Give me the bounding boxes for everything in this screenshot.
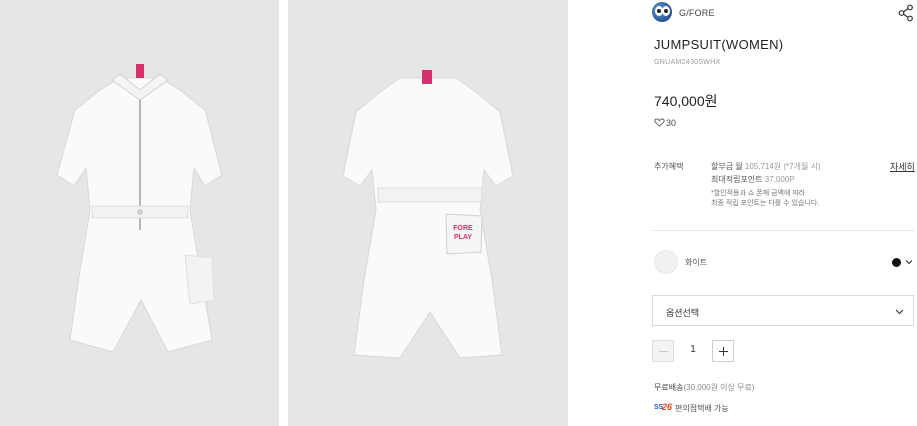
tag-icon xyxy=(136,64,144,78)
option-select-dropdown[interactable]: 옵션선택 xyxy=(652,295,914,326)
shipping-label: 무료배송 xyxy=(654,383,684,392)
quantity-increase-button[interactable] xyxy=(712,340,734,362)
product-info-panel: G/FORE JUMPSUIT(WOMEN) GNUAM2430SWHX 740… xyxy=(652,0,917,426)
points-line: 최대적립포인트 37,000P xyxy=(711,175,795,184)
delivery-option: SS 26 편의점택배 가능 xyxy=(654,402,729,415)
quantity-stepper: 1 xyxy=(652,340,742,362)
heart-icon xyxy=(654,118,665,127)
shipping-condition: (30,000원 이상 무료) xyxy=(683,383,755,392)
product-title: JUMPSUIT(WOMEN) xyxy=(654,37,784,52)
benefit-label: 추가혜택 xyxy=(654,162,684,171)
product-image-front[interactable] xyxy=(0,0,279,426)
divider xyxy=(652,230,914,231)
like-count: 30 xyxy=(666,118,677,128)
chevron-down-icon[interactable] xyxy=(905,258,913,266)
points-note: *할인적용과 쇼 폰페 금액에 따라 최종 적립 포인트는 다를 수 있습니다. xyxy=(711,190,820,207)
color-swatch[interactable] xyxy=(654,250,678,274)
brand-name[interactable]: G/FORE xyxy=(679,8,715,18)
option-select-label: 옵션선택 xyxy=(666,308,700,318)
product-image-back[interactable]: FORE PLAY xyxy=(288,0,568,426)
brand-row: G/FORE xyxy=(652,2,914,24)
like-button[interactable]: 30 xyxy=(654,118,676,130)
delivery-text: 편의점택배 가능 xyxy=(675,404,729,413)
chevron-down-icon xyxy=(895,309,904,315)
quantity-value[interactable]: 1 xyxy=(685,344,701,355)
selected-color-dot[interactable] xyxy=(892,258,901,267)
color-option-row[interactable]: 화이트 xyxy=(652,250,914,276)
shipping-info: 무료배송(30,000원 이상 무료) xyxy=(654,382,755,393)
jumpsuit-front-illustration xyxy=(56,64,223,353)
pocket-line1: FORE xyxy=(453,225,473,232)
product-code: GNUAM2430SWHX xyxy=(654,59,721,66)
pocket-line2: PLAY xyxy=(454,234,472,241)
delivery-badge-icon: SS 26 xyxy=(654,402,673,412)
color-name: 화이트 xyxy=(685,258,708,267)
benefit-lines: 할부금 월 105,714원 (*7개월 시) 최대적립포인트 37,000P … xyxy=(711,160,891,209)
back-tag-icon xyxy=(422,70,432,84)
quantity-decrease-button[interactable] xyxy=(652,340,674,362)
jumpsuit-back-illustration: FORE PLAY xyxy=(342,70,514,359)
benefit-detail-link[interactable]: 자세히 xyxy=(890,160,915,173)
product-price: 740,000원 xyxy=(654,93,718,109)
brand-logo-icon[interactable] xyxy=(652,2,672,22)
share-icon[interactable] xyxy=(898,4,914,22)
installment-line: 할부금 월 105,714원 (*7개월 시) xyxy=(711,162,821,171)
